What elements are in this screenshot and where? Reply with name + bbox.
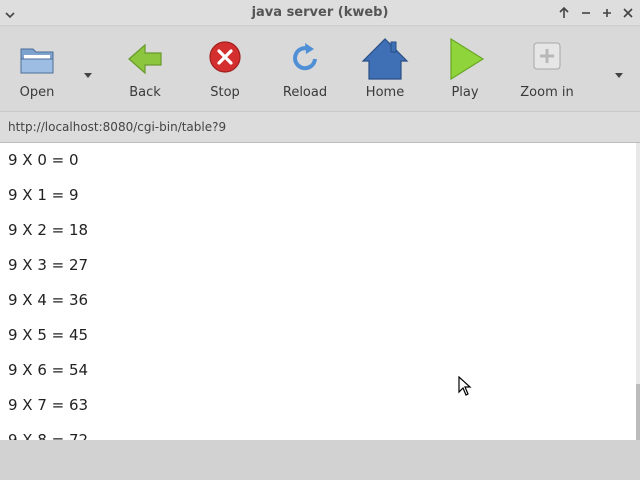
zoom-in-label: Zoom in xyxy=(520,85,574,100)
open-button[interactable]: Open xyxy=(6,27,68,111)
address-bar xyxy=(0,111,640,143)
table-line: 9 X 4 = 36 xyxy=(8,291,89,309)
home-icon xyxy=(361,37,409,81)
table-line: 9 X 0 = 0 xyxy=(8,151,79,169)
zoom-in-button[interactable]: Zoom in xyxy=(512,27,582,111)
stop-label: Stop xyxy=(210,85,240,100)
keep-above-icon[interactable] xyxy=(555,4,573,22)
table-line: 9 X 2 = 18 xyxy=(8,221,89,239)
table-line: 9 X 8 = 72 xyxy=(8,431,89,440)
open-dropdown-icon[interactable] xyxy=(83,65,93,78)
home-button[interactable]: Home xyxy=(355,27,415,111)
reload-button[interactable]: Reload xyxy=(275,27,335,111)
table-line: 9 X 7 = 63 xyxy=(8,396,89,414)
maximize-icon[interactable] xyxy=(598,4,616,22)
stop-button[interactable]: Stop xyxy=(195,27,255,111)
folder-icon xyxy=(13,37,61,81)
table-line: 9 X 6 = 54 xyxy=(8,361,89,379)
stop-icon xyxy=(201,37,249,81)
reload-icon xyxy=(281,37,329,81)
mouse-pointer-icon xyxy=(458,375,472,396)
url-input[interactable] xyxy=(0,112,640,142)
minimize-icon[interactable] xyxy=(577,4,595,22)
scrollbar-thumb[interactable] xyxy=(636,384,640,440)
reload-label: Reload xyxy=(282,85,328,100)
open-label: Open xyxy=(19,85,55,100)
window-title: java server (kweb) xyxy=(251,5,389,20)
back-label: Back xyxy=(129,85,161,100)
toolbar-overflow-icon[interactable] xyxy=(614,65,624,78)
play-button[interactable]: Play xyxy=(435,27,495,111)
table-line: 9 X 3 = 27 xyxy=(8,256,89,274)
toolbar: Open Back Stop Reload Home Play Zoom in xyxy=(0,27,640,111)
zoom-in-icon xyxy=(523,37,571,81)
title-bar: java server (kweb) xyxy=(0,0,640,26)
home-label: Home xyxy=(365,85,405,100)
play-label: Play xyxy=(451,85,479,100)
table-line: 9 X 5 = 45 xyxy=(8,326,89,344)
status-bar xyxy=(0,440,640,480)
close-icon[interactable] xyxy=(619,4,637,22)
table-line: 9 X 1 = 9 xyxy=(8,186,79,204)
play-icon xyxy=(441,37,489,81)
back-button[interactable]: Back xyxy=(115,27,175,111)
browser-window: java server (kweb) Open Back Stop Reload… xyxy=(0,0,640,480)
page-content[interactable]: 9 X 0 = 0 9 X 1 = 9 9 X 2 = 18 9 X 3 = 2… xyxy=(0,143,636,440)
back-arrow-icon xyxy=(121,37,169,81)
